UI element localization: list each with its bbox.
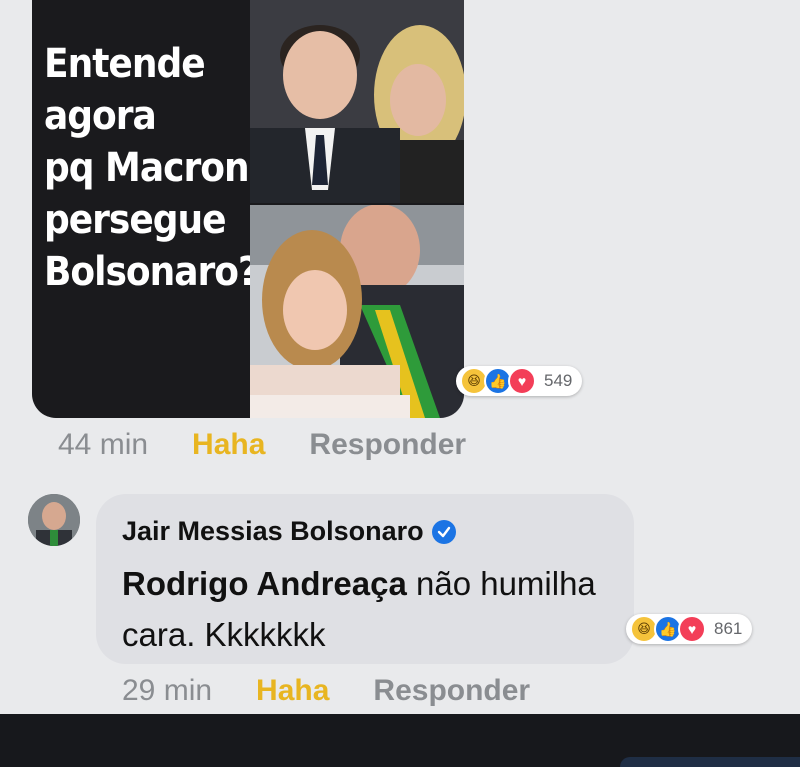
- timestamp: 29 min: [122, 674, 213, 707]
- reply-button[interactable]: Responder: [309, 428, 466, 462]
- comment-author[interactable]: Jair Messias Bolsonaro: [122, 516, 456, 547]
- haha-reaction-link[interactable]: Haha: [192, 428, 265, 462]
- comment-reactions[interactable]: 😆 👍 ♥ 861: [626, 614, 753, 644]
- meme-caption-line: persegue: [44, 197, 227, 243]
- bottom-bar: [0, 714, 800, 767]
- timestamp: 44 min: [58, 428, 149, 461]
- meme-caption-line: agora: [44, 93, 157, 139]
- meme-caption-line: Entende: [44, 41, 206, 87]
- meme-caption-line: pq Macron: [44, 145, 250, 191]
- avatar[interactable]: [28, 494, 80, 546]
- reaction-count: 549: [544, 371, 573, 390]
- photo-couple-top: [250, 0, 464, 203]
- verified-badge-icon: [431, 519, 456, 544]
- bottom-bar-accent: [620, 757, 800, 767]
- meme-caption: Entende agora pq Macron persegue Bolsona…: [44, 38, 259, 298]
- meme-caption-line: Bolsonaro?: [44, 249, 259, 295]
- meme-image[interactable]: Entende agora pq Macron persegue Bolsona…: [32, 0, 464, 418]
- reply-button[interactable]: Responder: [373, 674, 530, 708]
- post-meta: 44 min Haha Responder: [58, 428, 466, 462]
- love-icon: ♥: [508, 367, 536, 395]
- reaction-count: 861: [714, 619, 743, 638]
- comment-meta: 29 min Haha Responder: [122, 674, 530, 708]
- author-name[interactable]: Jair Messias Bolsonaro: [122, 516, 424, 547]
- post-reactions[interactable]: 😆 👍 ♥ 549: [456, 366, 583, 396]
- comment-text: Rodrigo Andreaça não humilha cara. Kkkkk…: [122, 558, 622, 660]
- photo-couple-bottom: [250, 205, 464, 418]
- mention-link[interactable]: Rodrigo Andreaça: [122, 565, 407, 602]
- haha-reaction-link[interactable]: Haha: [256, 674, 329, 708]
- comment-bubble: Jair Messias Bolsonaro Rodrigo Andreaça …: [96, 494, 634, 664]
- love-icon: ♥: [678, 615, 706, 643]
